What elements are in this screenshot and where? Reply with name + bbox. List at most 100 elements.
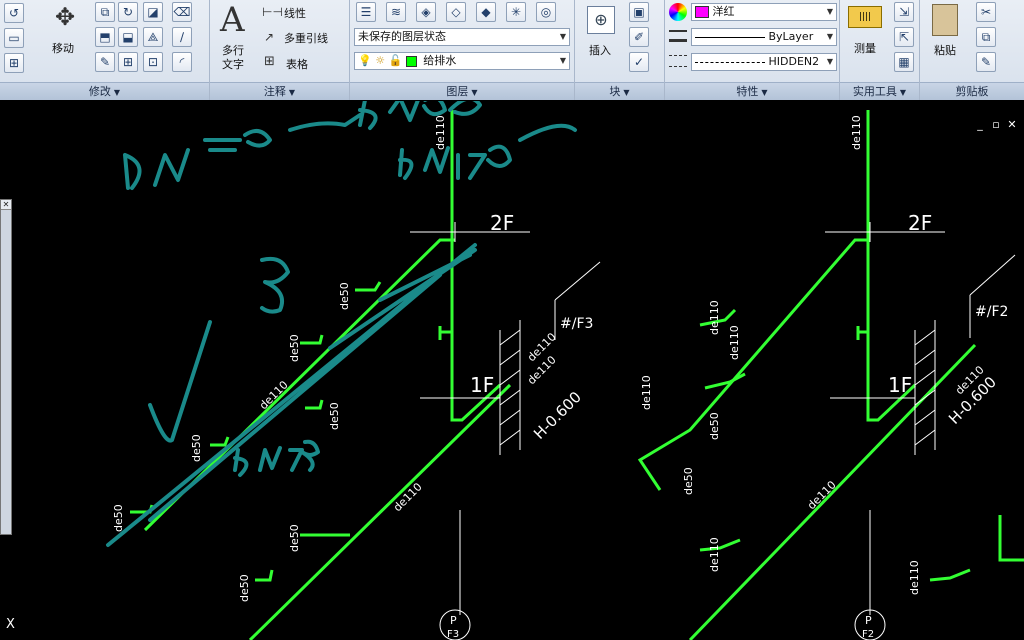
paint-icon[interactable]: ✎	[95, 52, 115, 72]
tool-palette[interactable]: ✕	[0, 199, 12, 535]
annotation-panel: A 多行 文字 ⊢⊣ 线性 ↗ 多重引线 ⊞ 表格 注释 ▼	[210, 0, 350, 100]
minimize-button[interactable]: _	[972, 118, 988, 131]
pipe-label-de50: de50	[328, 402, 341, 430]
paste-label[interactable]: 粘贴	[934, 42, 956, 58]
table-icon[interactable]: ⊞	[264, 54, 275, 69]
paste-icon[interactable]	[932, 4, 958, 36]
pipe-label-de50: de50	[238, 574, 251, 602]
fillet-icon[interactable]: ⬒	[95, 27, 115, 47]
annotation-panel-title[interactable]: 注释 ▼	[210, 82, 349, 100]
copy-clip-icon[interactable]: ⧉	[976, 27, 996, 47]
linetype-dropdown[interactable]: HIDDEN2 ▼	[691, 53, 837, 71]
calculator-icon[interactable]: ▦	[894, 52, 914, 72]
pump-label-p: P	[450, 614, 457, 627]
explode-icon[interactable]: ⊡	[143, 52, 163, 72]
properties-panel-title[interactable]: 特性 ▼	[665, 82, 839, 100]
break-icon[interactable]: ∕	[172, 27, 192, 47]
measure-label[interactable]: 测量	[854, 40, 876, 56]
color-swatch	[695, 6, 709, 18]
mirror-icon[interactable]: ⟁	[143, 27, 163, 47]
layer-match-icon[interactable]: ≋	[386, 2, 406, 22]
undo-icon[interactable]: ↺	[4, 3, 24, 23]
mtext-label-line2[interactable]: 文字	[222, 56, 244, 72]
attribute-icon[interactable]: ✓	[629, 52, 649, 72]
restore-button[interactable]: ▫	[988, 118, 1004, 131]
layer-prev-icon[interactable]: ◈	[416, 2, 436, 22]
scribble	[398, 123, 577, 180]
layer-iso-icon[interactable]: ◇	[446, 2, 466, 22]
layers-panel-title[interactable]: 图层 ▼	[350, 82, 574, 100]
linetype-icon[interactable]	[669, 55, 687, 67]
elevation-label-left: H-0.600	[530, 388, 585, 443]
move-icon[interactable]: ✥	[50, 2, 80, 32]
create-block-icon[interactable]: ▣	[629, 2, 649, 22]
clipboard-panel: 粘贴 ✂ ⧉ ✎ 剪贴板	[920, 0, 1024, 100]
palette-close-icon[interactable]: ✕	[1, 200, 11, 210]
trim-icon[interactable]: ◪	[143, 2, 163, 22]
layers-panel: ☰ ≋ ◈ ◇ ◆ ✳ ◎ 未保存的图层状态 ▼ 💡 ☼ 🔓 给排水 ▼ 图层 ▼	[350, 0, 575, 100]
match-prop-icon[interactable]: ✎	[976, 52, 996, 72]
join-icon[interactable]: ◜	[172, 52, 192, 72]
linear-label[interactable]: 线性	[284, 5, 306, 21]
layer-unisolate-icon[interactable]: ◆	[476, 2, 496, 22]
scribble	[123, 153, 142, 190]
pump-label-f2: F2	[862, 629, 874, 640]
utilities-panel-title[interactable]: 实用工具 ▼	[840, 82, 919, 100]
floor-label-2f-right: 2F	[908, 211, 932, 235]
close-button[interactable]: ✕	[1004, 118, 1020, 131]
modify-panel-title[interactable]: 修改 ▼	[0, 82, 209, 100]
drawing-canvas[interactable]: 2F 1F 2F 1F de110 de110 de110 de110 de11…	[0, 101, 1024, 640]
rect-icon[interactable]: ▭	[4, 28, 24, 48]
current-layer-dropdown[interactable]: 💡 ☼ 🔓 给排水 ▼	[354, 52, 570, 70]
move-label[interactable]: 移动	[52, 40, 74, 56]
erase-icon[interactable]: ⌫	[172, 2, 192, 22]
mleader-icon[interactable]: ↗	[264, 30, 274, 44]
mleader-label[interactable]: 多重引线	[284, 30, 328, 46]
scribble	[203, 129, 272, 152]
select-all-icon[interactable]: ⇱	[894, 27, 914, 47]
table-label[interactable]: 表格	[286, 56, 308, 72]
fixture-trap	[210, 436, 230, 447]
clipboard-panel-title[interactable]: 剪贴板	[920, 82, 1024, 100]
linear-dim-icon[interactable]: ⊢⊣	[262, 5, 283, 19]
lineweight-icon[interactable]	[669, 30, 687, 42]
fixture-trap	[929, 568, 971, 582]
copy-icon[interactable]: ⧉	[95, 2, 115, 22]
lightbulb-icon[interactable]: 💡	[358, 54, 372, 67]
cad-drawing[interactable]: 2F 1F 2F 1F de110 de110 de110 de110 de11…	[0, 101, 1024, 640]
cleanout	[438, 326, 452, 340]
insert-block-icon[interactable]: ⊕	[587, 6, 615, 34]
cut-icon[interactable]: ✂	[976, 2, 996, 22]
modify-panel: ↺ ▭ ⊞ ✥ 移动 ⧉ ↻ ◪ ⌫ ⬒ ⬓ ⟁ ∕ ✎ ⊞ ⊡ ◜ 修改 ▼	[0, 0, 210, 100]
layer-state-dropdown[interactable]: 未保存的图层状态 ▼	[354, 28, 570, 46]
checkmark	[148, 320, 212, 443]
floor-label-1f-left: 1F	[470, 373, 494, 397]
quick-select-icon[interactable]: ⇲	[894, 2, 914, 22]
highlight-strokes	[106, 243, 477, 547]
edit-block-icon[interactable]: ✐	[629, 27, 649, 47]
pipe-label-de50: de50	[338, 282, 351, 310]
lineweight-dropdown[interactable]: ByLayer ▼	[691, 28, 837, 46]
scribble	[358, 101, 482, 130]
pipe-label-de110: de110	[908, 560, 921, 595]
handwritten-annotations	[106, 101, 577, 547]
lock-icon[interactable]: 🔓	[389, 54, 403, 67]
layer-freeze-icon[interactable]: ✳	[506, 2, 526, 22]
stretch-icon[interactable]: ⊞	[4, 53, 24, 73]
layer-props-icon[interactable]: ☰	[356, 2, 376, 22]
insert-label[interactable]: 插入	[589, 42, 611, 58]
rotate-icon[interactable]: ↻	[118, 2, 138, 22]
pipe-label-de50: de50	[288, 334, 301, 362]
color-wheel-icon[interactable]	[669, 3, 687, 21]
scribble	[288, 113, 362, 132]
array-icon[interactable]: ⊞	[118, 52, 138, 72]
scale-icon[interactable]: ⬓	[118, 27, 138, 47]
block-panel-title[interactable]: 块 ▼	[575, 82, 664, 100]
color-dropdown[interactable]: 洋红 ▼	[691, 3, 837, 21]
sun-icon[interactable]: ☼	[375, 54, 385, 67]
mtext-icon[interactable]: A	[220, 0, 245, 40]
left-annotation-lines	[410, 222, 601, 640]
layer-color-swatch	[405, 55, 417, 67]
layer-off-icon[interactable]: ◎	[536, 2, 556, 22]
measure-icon[interactable]: ||||	[848, 6, 882, 28]
